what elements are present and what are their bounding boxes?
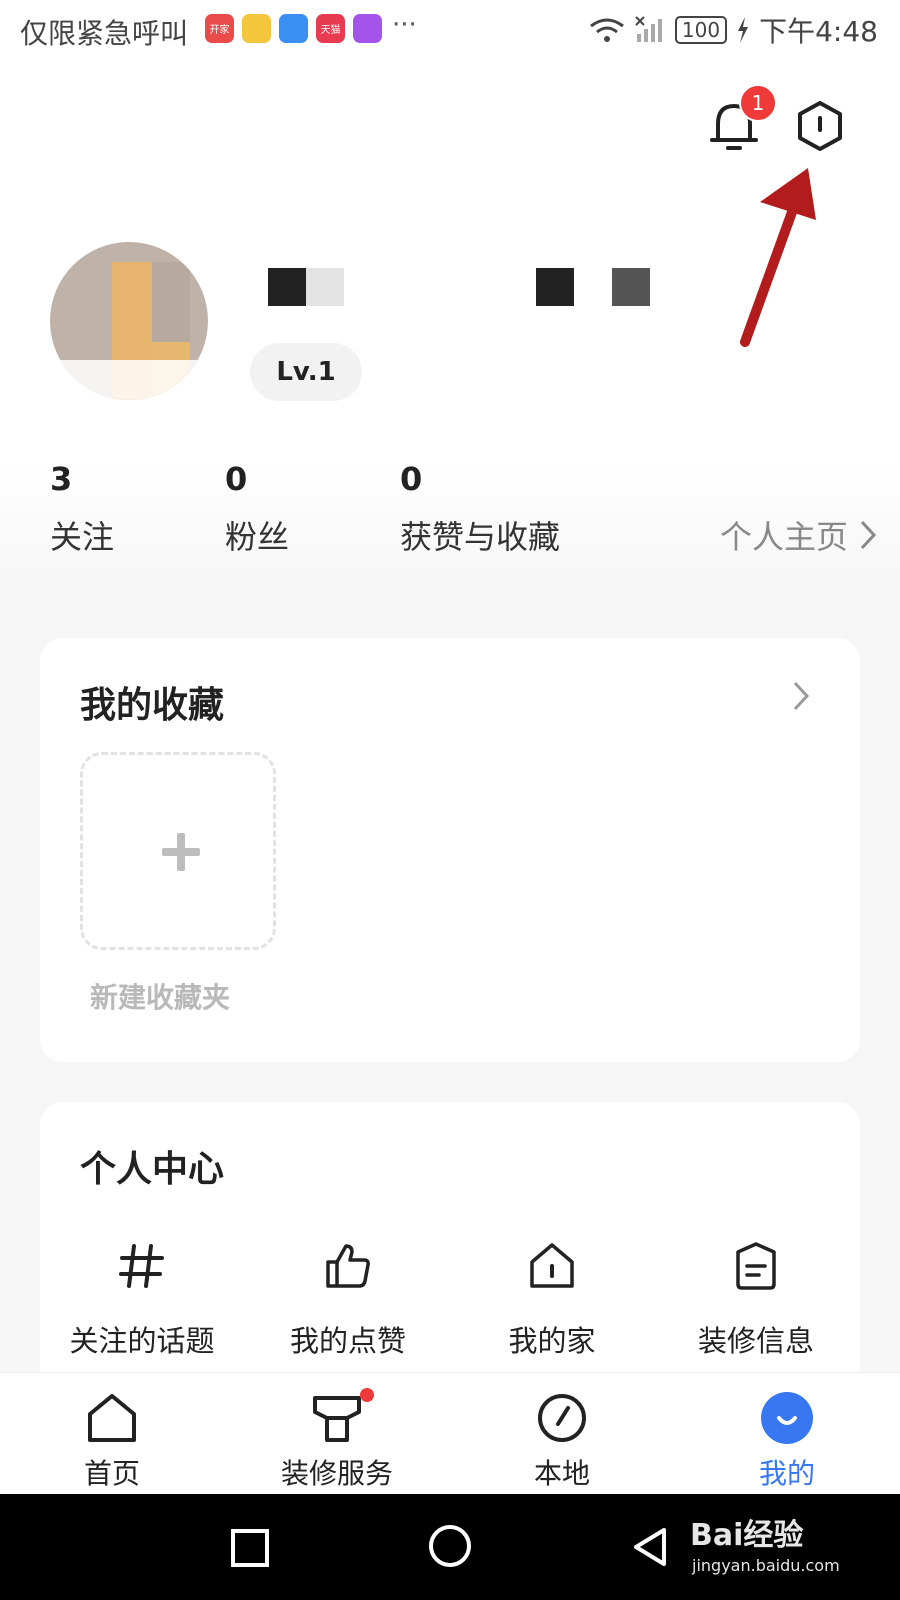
- avatar-image-part: [50, 360, 208, 400]
- tab-local[interactable]: 本地: [472, 1390, 652, 1492]
- more-notifications-indicator: ···: [392, 10, 417, 40]
- likes-count[interactable]: 0: [400, 460, 422, 498]
- my-likes-label: 我的点赞: [289, 1324, 406, 1358]
- red-arrow-annotation: [740, 168, 816, 347]
- new-folder-button[interactable]: [80, 752, 276, 950]
- app-notification-icon: 天猫: [316, 14, 345, 43]
- house-icon: [530, 1243, 574, 1288]
- hashtag-icon: [119, 1244, 164, 1288]
- tab-home-label: 首页: [83, 1457, 140, 1490]
- wifi-icon: [590, 18, 624, 42]
- followers-label[interactable]: 粉丝: [225, 512, 289, 558]
- plus-icon: [162, 848, 200, 856]
- tab-renovation-service-label: 装修服务: [280, 1457, 393, 1490]
- document-icon: [736, 1242, 776, 1290]
- favorites-title: 我的收藏: [80, 685, 225, 726]
- recent-apps-icon[interactable]: [230, 1528, 270, 1568]
- renovation-info-label: 装修信息: [697, 1324, 814, 1358]
- tab-renovation-service[interactable]: 装修服务: [247, 1390, 427, 1492]
- username-redacted: [268, 268, 306, 306]
- followed-topics-label: 关注的话题: [69, 1324, 215, 1358]
- avatar[interactable]: [50, 242, 208, 400]
- back-triangle-icon[interactable]: [630, 1526, 670, 1568]
- app-notification-icon: 开家: [205, 14, 234, 43]
- compass-icon: [538, 1394, 586, 1442]
- profile-icon: [761, 1392, 813, 1444]
- tab-local-label: 本地: [533, 1457, 590, 1490]
- baidu-watermark-url: jingyan.baidu.com: [692, 1556, 840, 1575]
- username-redacted: [306, 268, 344, 306]
- followed-topics-item[interactable]: 关注的话题: [42, 1240, 242, 1360]
- tab-mine[interactable]: 我的: [697, 1390, 877, 1492]
- home-icon: [88, 1394, 136, 1442]
- followers-count[interactable]: 0: [225, 460, 247, 498]
- following-label[interactable]: 关注: [50, 512, 114, 558]
- app-notification-icon: [242, 14, 271, 43]
- signal-icon: [635, 16, 662, 42]
- chevron-right-icon[interactable]: [858, 518, 878, 552]
- app-notification-icon: [353, 14, 382, 43]
- following-count[interactable]: 3: [50, 460, 72, 498]
- app-notification-icon: [279, 14, 308, 43]
- level-badge[interactable]: Lv.1: [250, 343, 362, 401]
- charging-icon: [738, 17, 749, 43]
- personal-center-title: 个人中心: [80, 1149, 225, 1190]
- tab-mine-label: 我的: [758, 1457, 815, 1490]
- home-circle-icon[interactable]: [428, 1524, 472, 1568]
- new-indicator-dot: [360, 1388, 374, 1402]
- notification-count-badge: 1: [739, 84, 777, 122]
- personal-homepage-link[interactable]: 个人主页: [720, 512, 848, 558]
- my-likes-item[interactable]: 我的点赞: [248, 1240, 448, 1360]
- thumbs-up-icon: [326, 1244, 370, 1288]
- my-home-item[interactable]: 我的家: [452, 1240, 652, 1360]
- service-icon: [313, 1396, 361, 1442]
- status-right: 100 下午4:48: [589, 10, 878, 50]
- username-redacted: [612, 268, 650, 306]
- chevron-right-icon[interactable]: [790, 678, 812, 714]
- tab-home[interactable]: 首页: [22, 1390, 202, 1492]
- baidu-watermark: Bai经验: [690, 1518, 804, 1553]
- username-redacted: [536, 268, 574, 306]
- clock: 下午4:48: [759, 15, 878, 48]
- settings-hexagon-icon[interactable]: [795, 100, 845, 152]
- new-folder-label[interactable]: 新建收藏夹: [90, 976, 230, 1016]
- avatar-image-part: [152, 262, 190, 342]
- carrier-text: 仅限紧急呼叫: [20, 17, 189, 50]
- notification-app-icons: 开家 天猫: [205, 14, 382, 43]
- my-home-label: 我的家: [508, 1324, 596, 1358]
- likes-label[interactable]: 获赞与收藏: [400, 512, 560, 558]
- renovation-info-item[interactable]: 装修信息: [656, 1240, 856, 1360]
- battery-indicator: 100: [674, 16, 728, 44]
